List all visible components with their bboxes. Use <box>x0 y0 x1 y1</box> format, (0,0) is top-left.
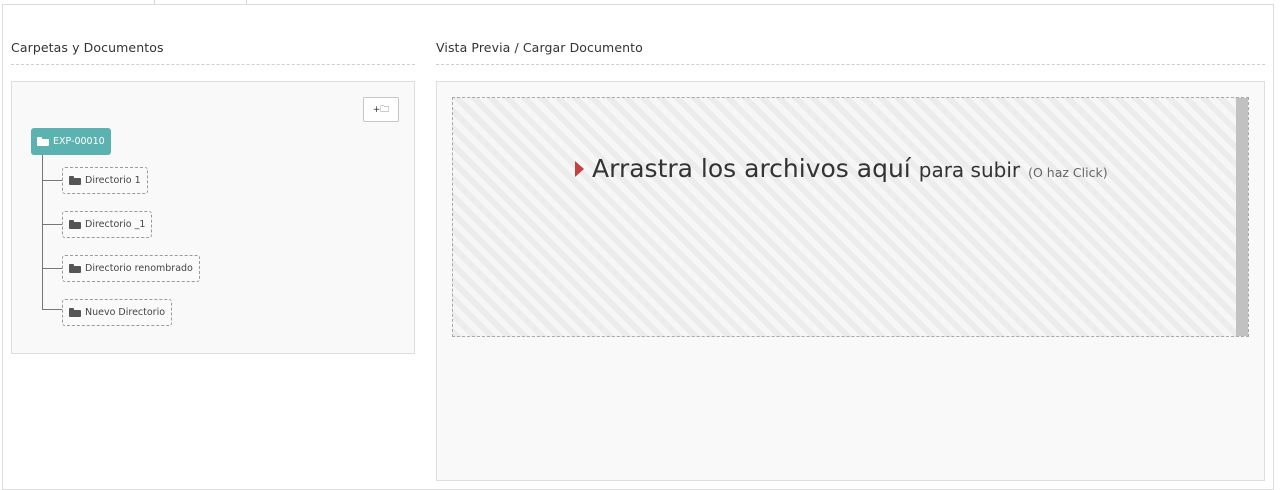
new-folder-icon: +🗀 <box>372 104 390 115</box>
dropzone-main-text: Arrastra los archivos aquí <box>592 154 911 183</box>
folder-icon <box>69 176 81 185</box>
tree-root-label: EXP-00010 <box>53 136 105 147</box>
tree-connector <box>42 268 62 269</box>
tree-item-directorio-1[interactable]: Directorio 1 <box>62 167 148 194</box>
tree-item-directorio-_1[interactable]: Directorio _1 <box>62 211 153 238</box>
caret-right-icon <box>575 160 584 177</box>
new-folder-button[interactable]: +🗀 <box>363 97 399 122</box>
dropzone-hint-text: (O haz Click) <box>1028 165 1108 180</box>
dropzone-mid-text: para subir <box>918 158 1021 182</box>
file-dropzone[interactable]: Arrastra los archivos aquí para subir (O… <box>452 97 1249 337</box>
tree-item-directorio-renombrado[interactable]: Directorio renombrado <box>62 255 200 282</box>
section-divider <box>11 64 415 65</box>
preview-section-title: Vista Previa / Cargar Documento <box>436 40 643 55</box>
tree-connector <box>42 309 62 310</box>
tree-item-label: Directorio _1 <box>85 219 146 230</box>
tree-connector <box>42 180 62 181</box>
section-divider <box>436 64 1265 65</box>
folder-icon <box>69 308 81 317</box>
tree-item-label: Directorio renombrado <box>85 263 193 274</box>
tree-item-nuevo-directorio[interactable]: Nuevo Directorio <box>62 299 173 326</box>
folder-icon <box>69 220 81 229</box>
tree-connector <box>42 155 43 309</box>
tree-item-label: Nuevo Directorio <box>85 307 166 318</box>
dropzone-message: Arrastra los archivos aquí para subir (O… <box>575 154 1108 183</box>
folders-section-title: Carpetas y Documentos <box>11 40 164 55</box>
dropzone-scrollbar[interactable] <box>1236 98 1248 336</box>
tree-root-node[interactable]: EXP-00010 <box>31 128 111 155</box>
folder-icon <box>69 264 81 273</box>
tree-connector <box>42 224 62 225</box>
folder-open-icon <box>37 137 49 146</box>
tree-item-label: Directorio 1 <box>85 175 141 186</box>
